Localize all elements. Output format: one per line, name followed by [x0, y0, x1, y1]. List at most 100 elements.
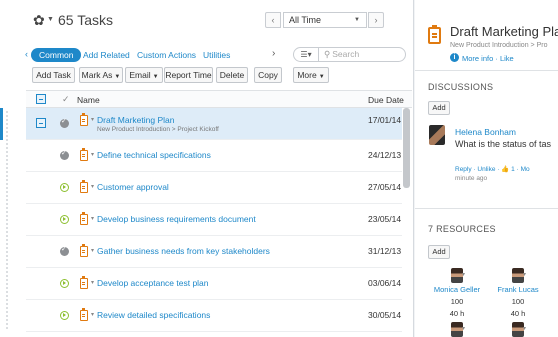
- in-progress-status-icon[interactable]: [60, 215, 69, 224]
- task-icon: [80, 244, 88, 257]
- copy-button[interactable]: Copy: [254, 67, 282, 83]
- selection-indicator: [0, 108, 3, 140]
- task-icon: [80, 212, 88, 225]
- comment-actions: Reply · Unlike · 👍 1 · Mo: [455, 166, 530, 173]
- task-menu-icon[interactable]: ▾: [91, 183, 94, 190]
- task-name[interactable]: Develop business requirements document: [97, 214, 256, 224]
- delete-button[interactable]: Delete: [216, 67, 248, 83]
- task-menu-icon[interactable]: ▾: [91, 311, 94, 318]
- in-progress-status-icon[interactable]: [60, 311, 69, 320]
- more-info-link[interactable]: More info: [462, 54, 493, 63]
- resource-hours: 40 h: [449, 309, 465, 318]
- completed-status-icon[interactable]: [60, 245, 69, 256]
- filter-icon: ☰▾: [300, 50, 312, 59]
- tab-custom-actions[interactable]: Custom Actions: [137, 50, 196, 60]
- table-row[interactable]: ▾Gather business needs from key stakehol…: [26, 236, 402, 268]
- task-name[interactable]: Draft Marketing Plan: [97, 115, 174, 125]
- chevron-down-icon: ▾: [462, 326, 466, 332]
- unlike-link[interactable]: Unlike: [477, 166, 495, 173]
- task-name[interactable]: Customer approval: [97, 182, 169, 192]
- table-row[interactable]: ▾Draft Marketing PlanNew Product Introdu…: [26, 108, 402, 140]
- comment-author[interactable]: Helena Bonham: [455, 127, 516, 137]
- task-menu-icon[interactable]: ▾: [91, 279, 94, 286]
- period-select[interactable]: All Time ▼: [283, 12, 367, 28]
- row-checkbox[interactable]: [36, 118, 46, 128]
- resource-card[interactable]: ▾: [432, 322, 482, 337]
- add-task-button[interactable]: Add Task: [32, 67, 75, 83]
- column-due-date[interactable]: Due Date: [368, 95, 404, 105]
- next-period-button[interactable]: ›: [368, 12, 384, 28]
- divider: [415, 70, 558, 71]
- action-tabs: ‹ Common Add Related Custom Actions Util…: [0, 45, 414, 65]
- search-icon: ⚲: [324, 49, 331, 59]
- table-row[interactable]: ▾ Develop acceptance test plan 03/06/14: [26, 268, 402, 300]
- resize-grip[interactable]: [5, 110, 9, 330]
- task-detail-panel: Draft Marketing Pla New Product Introduc…: [415, 0, 558, 337]
- resource-name[interactable]: Frank Lucas: [493, 285, 543, 294]
- mark-as-label: Mark As: [81, 70, 113, 80]
- mark-as-button[interactable]: Mark As ▼: [79, 67, 123, 83]
- task-due-date: 03/06/14: [368, 278, 402, 288]
- completed-status-icon[interactable]: [60, 117, 69, 128]
- task-menu-icon[interactable]: ▾: [91, 116, 94, 123]
- task-count-title: 65 Tasks: [58, 12, 113, 28]
- task-name[interactable]: Review detailed specifications: [97, 310, 210, 320]
- like-link[interactable]: Like: [500, 54, 514, 63]
- email-button[interactable]: Email ▼: [125, 67, 163, 83]
- table-scrollbar[interactable]: [403, 108, 410, 188]
- resource-card[interactable]: ▾ Frank Lucas 100 40 h: [493, 268, 543, 318]
- tabs-scroll-left-icon[interactable]: ‹: [25, 49, 28, 59]
- reply-link[interactable]: Reply: [455, 166, 472, 173]
- task-name[interactable]: Gather business needs from key stakehold…: [97, 246, 270, 256]
- task-due-date: 17/01/14: [368, 115, 402, 125]
- task-icon: [80, 276, 88, 289]
- more-link[interactable]: Mo: [521, 166, 530, 173]
- detail-breadcrumb[interactable]: New Product Introduction > Pro: [450, 42, 547, 49]
- in-progress-status-icon[interactable]: [60, 183, 69, 192]
- completed-status-icon[interactable]: [60, 149, 69, 160]
- task-menu-icon[interactable]: ▾: [91, 151, 94, 158]
- tabs-scroll-right-icon[interactable]: ›: [272, 48, 275, 59]
- task-path: New Product Introduction > Project Kicko…: [97, 126, 219, 133]
- task-name[interactable]: Develop acceptance test plan: [97, 278, 209, 288]
- add-resource-button[interactable]: Add: [428, 245, 450, 259]
- gear-icon[interactable]: ✿: [33, 12, 45, 29]
- task-name[interactable]: Define technical specifications: [97, 150, 211, 160]
- add-discussion-button[interactable]: Add: [428, 101, 450, 115]
- resource-card[interactable]: ▾: [493, 322, 543, 337]
- table-row[interactable]: ▾ Develop business requirements document 2…: [26, 204, 402, 236]
- select-all-checkbox[interactable]: [36, 94, 46, 104]
- table-row[interactable]: ▾ Review detailed specifications 30/05/14: [26, 300, 402, 332]
- tab-utilities[interactable]: Utilities: [203, 50, 230, 60]
- resource-card[interactable]: ▾ Monica Geller 100 40 h: [432, 268, 482, 318]
- table-row[interactable]: ▾Define technical specifications 24/12/13: [26, 140, 402, 172]
- chevron-down-icon: ▼: [152, 74, 159, 80]
- resource-name[interactable]: Monica Geller: [432, 285, 482, 294]
- tab-common[interactable]: Common: [31, 48, 82, 62]
- tab-add-related[interactable]: Add Related: [83, 50, 130, 60]
- more-button[interactable]: More ▼: [293, 67, 329, 83]
- table-header: ✓ Name Due Date: [26, 90, 412, 108]
- search-placeholder: Search: [332, 49, 360, 59]
- table-row[interactable]: ▾ Customer approval 27/05/14: [26, 172, 402, 204]
- resource-value: 100: [450, 297, 464, 306]
- column-name[interactable]: Name: [77, 95, 100, 105]
- in-progress-status-icon[interactable]: [60, 279, 69, 288]
- resources-heading: 7 RESOURCES: [428, 224, 496, 234]
- chevron-down-icon: ▼: [354, 17, 360, 23]
- resource-value: 100: [511, 297, 525, 306]
- task-menu-icon[interactable]: ▾: [91, 247, 94, 254]
- previous-period-button[interactable]: ‹: [265, 12, 281, 28]
- task-list-header: ✿ ▼ 65 Tasks ‹ All Time ▼ ›: [0, 0, 414, 40]
- task-menu-icon[interactable]: ▾: [91, 215, 94, 222]
- detail-title: Draft Marketing Pla: [450, 24, 558, 39]
- task-due-date: 23/05/14: [368, 214, 402, 224]
- more-info-links: More info · Like: [462, 54, 514, 63]
- thumbs-up-icon: 👍: [501, 166, 510, 173]
- search-input[interactable]: ⚲ Search: [318, 47, 406, 62]
- task-icon: [80, 308, 88, 321]
- filter-button[interactable]: ☰▾: [293, 47, 319, 62]
- chevron-down-icon[interactable]: ▼: [47, 16, 54, 23]
- report-time-button[interactable]: Report Time: [164, 67, 213, 83]
- task-due-date: 24/12/13: [368, 150, 402, 160]
